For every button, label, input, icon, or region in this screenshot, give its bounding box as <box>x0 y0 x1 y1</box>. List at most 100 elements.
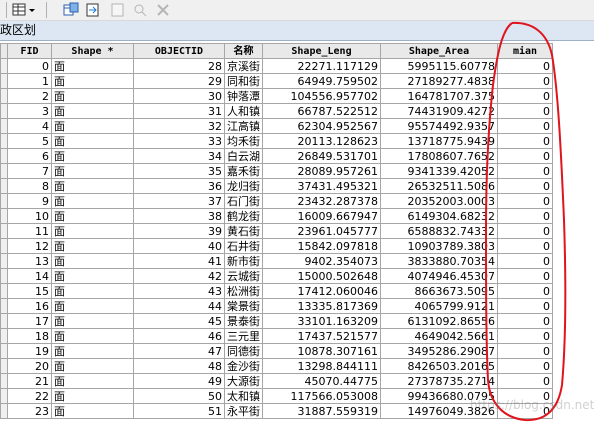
row-selector[interactable] <box>0 373 8 389</box>
table-cell[interactable]: 面 <box>51 388 134 404</box>
table-cell[interactable]: 永平街 <box>224 403 263 419</box>
table-row[interactable]: 16 面 44 棠景街 13335.817369 4065799.9121 0 <box>0 298 553 314</box>
table-cell[interactable]: 3495286.29087 <box>380 343 498 359</box>
table-cell[interactable]: 面 <box>51 298 134 314</box>
table-cell[interactable]: 22271.117129 <box>262 58 381 74</box>
table-row[interactable]: 14 面 42 云城街 15000.502648 4074946.45307 0 <box>0 268 553 284</box>
table-cell[interactable]: 74431909.4272 <box>380 103 498 119</box>
table-cell[interactable]: 松洲街 <box>224 283 263 299</box>
table-cell[interactable]: 29 <box>133 73 225 89</box>
table-cell[interactable]: 44 <box>133 298 225 314</box>
row-selector[interactable] <box>0 208 8 224</box>
table-cell[interactable]: 66787.522512 <box>262 103 381 119</box>
table-cell[interactable]: 64949.759502 <box>262 73 381 89</box>
table-cell[interactable]: 面 <box>51 313 134 329</box>
table-cell[interactable]: 白云湖 <box>224 148 263 164</box>
table-cell[interactable]: 10 <box>7 208 52 224</box>
table-row[interactable]: 19 面 47 同德街 10878.307161 3495286.29087 0 <box>0 343 553 359</box>
table-cell[interactable]: 0 <box>497 118 553 134</box>
table-cell[interactable]: 9402.354073 <box>262 253 381 269</box>
table-cell[interactable]: 22 <box>7 388 52 404</box>
table-cell[interactable]: 0 <box>497 163 553 179</box>
row-selector[interactable] <box>0 388 8 404</box>
table-row[interactable]: 2 面 30 钟落潭 104556.957702 164781707.375 0 <box>0 88 553 104</box>
table-cell[interactable]: 38 <box>133 208 225 224</box>
table-cell[interactable]: 13 <box>7 253 52 269</box>
table-cell[interactable]: 6 <box>7 148 52 164</box>
table-cell[interactable]: 太和镇 <box>224 388 263 404</box>
table-cell[interactable]: 34 <box>133 148 225 164</box>
table-row[interactable]: 12 面 40 石井街 15842.097818 10903789.3803 0 <box>0 238 553 254</box>
table-row[interactable]: 1 面 29 同和街 64949.759502 27189277.4838 0 <box>0 73 553 89</box>
clear-selection-icon[interactable] <box>110 2 126 18</box>
table-cell[interactable]: 17 <box>7 313 52 329</box>
table-cell[interactable]: 17437.521577 <box>262 328 381 344</box>
table-cell[interactable]: 42 <box>133 268 225 284</box>
table-cell[interactable]: 0 <box>497 208 553 224</box>
table-cell[interactable]: 0 <box>497 133 553 149</box>
table-cell[interactable]: 17808607.7652 <box>380 148 498 164</box>
row-selector[interactable] <box>0 298 8 314</box>
table-cell[interactable]: 面 <box>51 328 134 344</box>
table-row[interactable]: 9 面 37 石门街 23432.287378 20352003.0003 0 <box>0 193 553 209</box>
table-row[interactable]: 13 面 41 新市街 9402.354073 3833880.70354 0 <box>0 253 553 269</box>
table-row[interactable]: 20 面 48 金沙街 13298.844111 8426503.20165 0 <box>0 358 553 374</box>
table-cell[interactable]: 8663673.5095 <box>380 283 498 299</box>
table-cell[interactable]: 40 <box>133 238 225 254</box>
table-cell[interactable]: 9341339.42052 <box>380 163 498 179</box>
table-cell[interactable]: 21 <box>7 373 52 389</box>
table-cell[interactable]: 28 <box>133 58 225 74</box>
table-cell[interactable]: 48 <box>133 358 225 374</box>
table-cell[interactable]: 面 <box>51 403 134 419</box>
table-cell[interactable]: 13335.817369 <box>262 298 381 314</box>
table-cell[interactable]: 1 <box>7 73 52 89</box>
table-cell[interactable]: 面 <box>51 58 134 74</box>
table-row[interactable]: 8 面 36 龙归街 37431.495321 26532511.5086 0 <box>0 178 553 194</box>
table-cell[interactable]: 0 <box>497 283 553 299</box>
table-cell[interactable]: 大源街 <box>224 373 263 389</box>
table-cell[interactable]: 龙归街 <box>224 178 263 194</box>
table-cell[interactable]: 面 <box>51 358 134 374</box>
table-cell[interactable]: 面 <box>51 208 134 224</box>
row-selector[interactable] <box>0 358 8 374</box>
row-selector[interactable] <box>0 178 8 194</box>
row-selector[interactable] <box>0 163 8 179</box>
table-cell[interactable]: 0 <box>497 253 553 269</box>
table-cell[interactable]: 鹤龙街 <box>224 208 263 224</box>
column-header-fid[interactable]: FID <box>7 43 52 59</box>
table-cell[interactable]: 20 <box>7 358 52 374</box>
table-cell[interactable]: 4 <box>7 118 52 134</box>
table-cell[interactable]: 0 <box>497 313 553 329</box>
row-selector[interactable] <box>0 88 8 104</box>
select-by-attributes-icon[interactable] <box>63 2 79 18</box>
table-cell[interactable]: 7 <box>7 163 52 179</box>
table-cell[interactable]: 9 <box>7 193 52 209</box>
table-cell[interactable]: 面 <box>51 373 134 389</box>
table-cell[interactable]: 景泰街 <box>224 313 263 329</box>
table-cell[interactable]: 京溪街 <box>224 58 263 74</box>
row-selector[interactable] <box>0 118 8 134</box>
table-cell[interactable]: 16009.667947 <box>262 208 381 224</box>
table-cell[interactable]: 云城街 <box>224 268 263 284</box>
table-cell[interactable]: 黄石街 <box>224 223 263 239</box>
table-cell[interactable]: 30 <box>133 88 225 104</box>
table-cell[interactable]: 面 <box>51 103 134 119</box>
table-cell[interactable]: 面 <box>51 268 134 284</box>
table-row[interactable]: 0 面 28 京溪街 22271.117129 5995115.60778 0 <box>0 58 553 74</box>
table-cell[interactable]: 32 <box>133 118 225 134</box>
table-cell[interactable]: 石门街 <box>224 193 263 209</box>
dropdown-arrow-icon[interactable] <box>28 2 36 18</box>
table-cell[interactable]: 8426503.20165 <box>380 358 498 374</box>
row-selector[interactable] <box>0 133 8 149</box>
table-cell[interactable]: 面 <box>51 283 134 299</box>
row-selector[interactable] <box>0 403 8 419</box>
table-cell[interactable]: 金沙街 <box>224 358 263 374</box>
table-cell[interactable]: 18 <box>7 328 52 344</box>
table-cell[interactable]: 23432.287378 <box>262 193 381 209</box>
table-row[interactable]: 3 面 31 人和镇 66787.522512 74431909.4272 0 <box>0 103 553 119</box>
table-row[interactable]: 6 面 34 白云湖 26849.531701 17808607.7652 0 <box>0 148 553 164</box>
row-selector[interactable] <box>0 313 8 329</box>
table-cell[interactable]: 6588832.74332 <box>380 223 498 239</box>
table-cell[interactable]: 同和街 <box>224 73 263 89</box>
table-cell[interactable]: 15842.097818 <box>262 238 381 254</box>
